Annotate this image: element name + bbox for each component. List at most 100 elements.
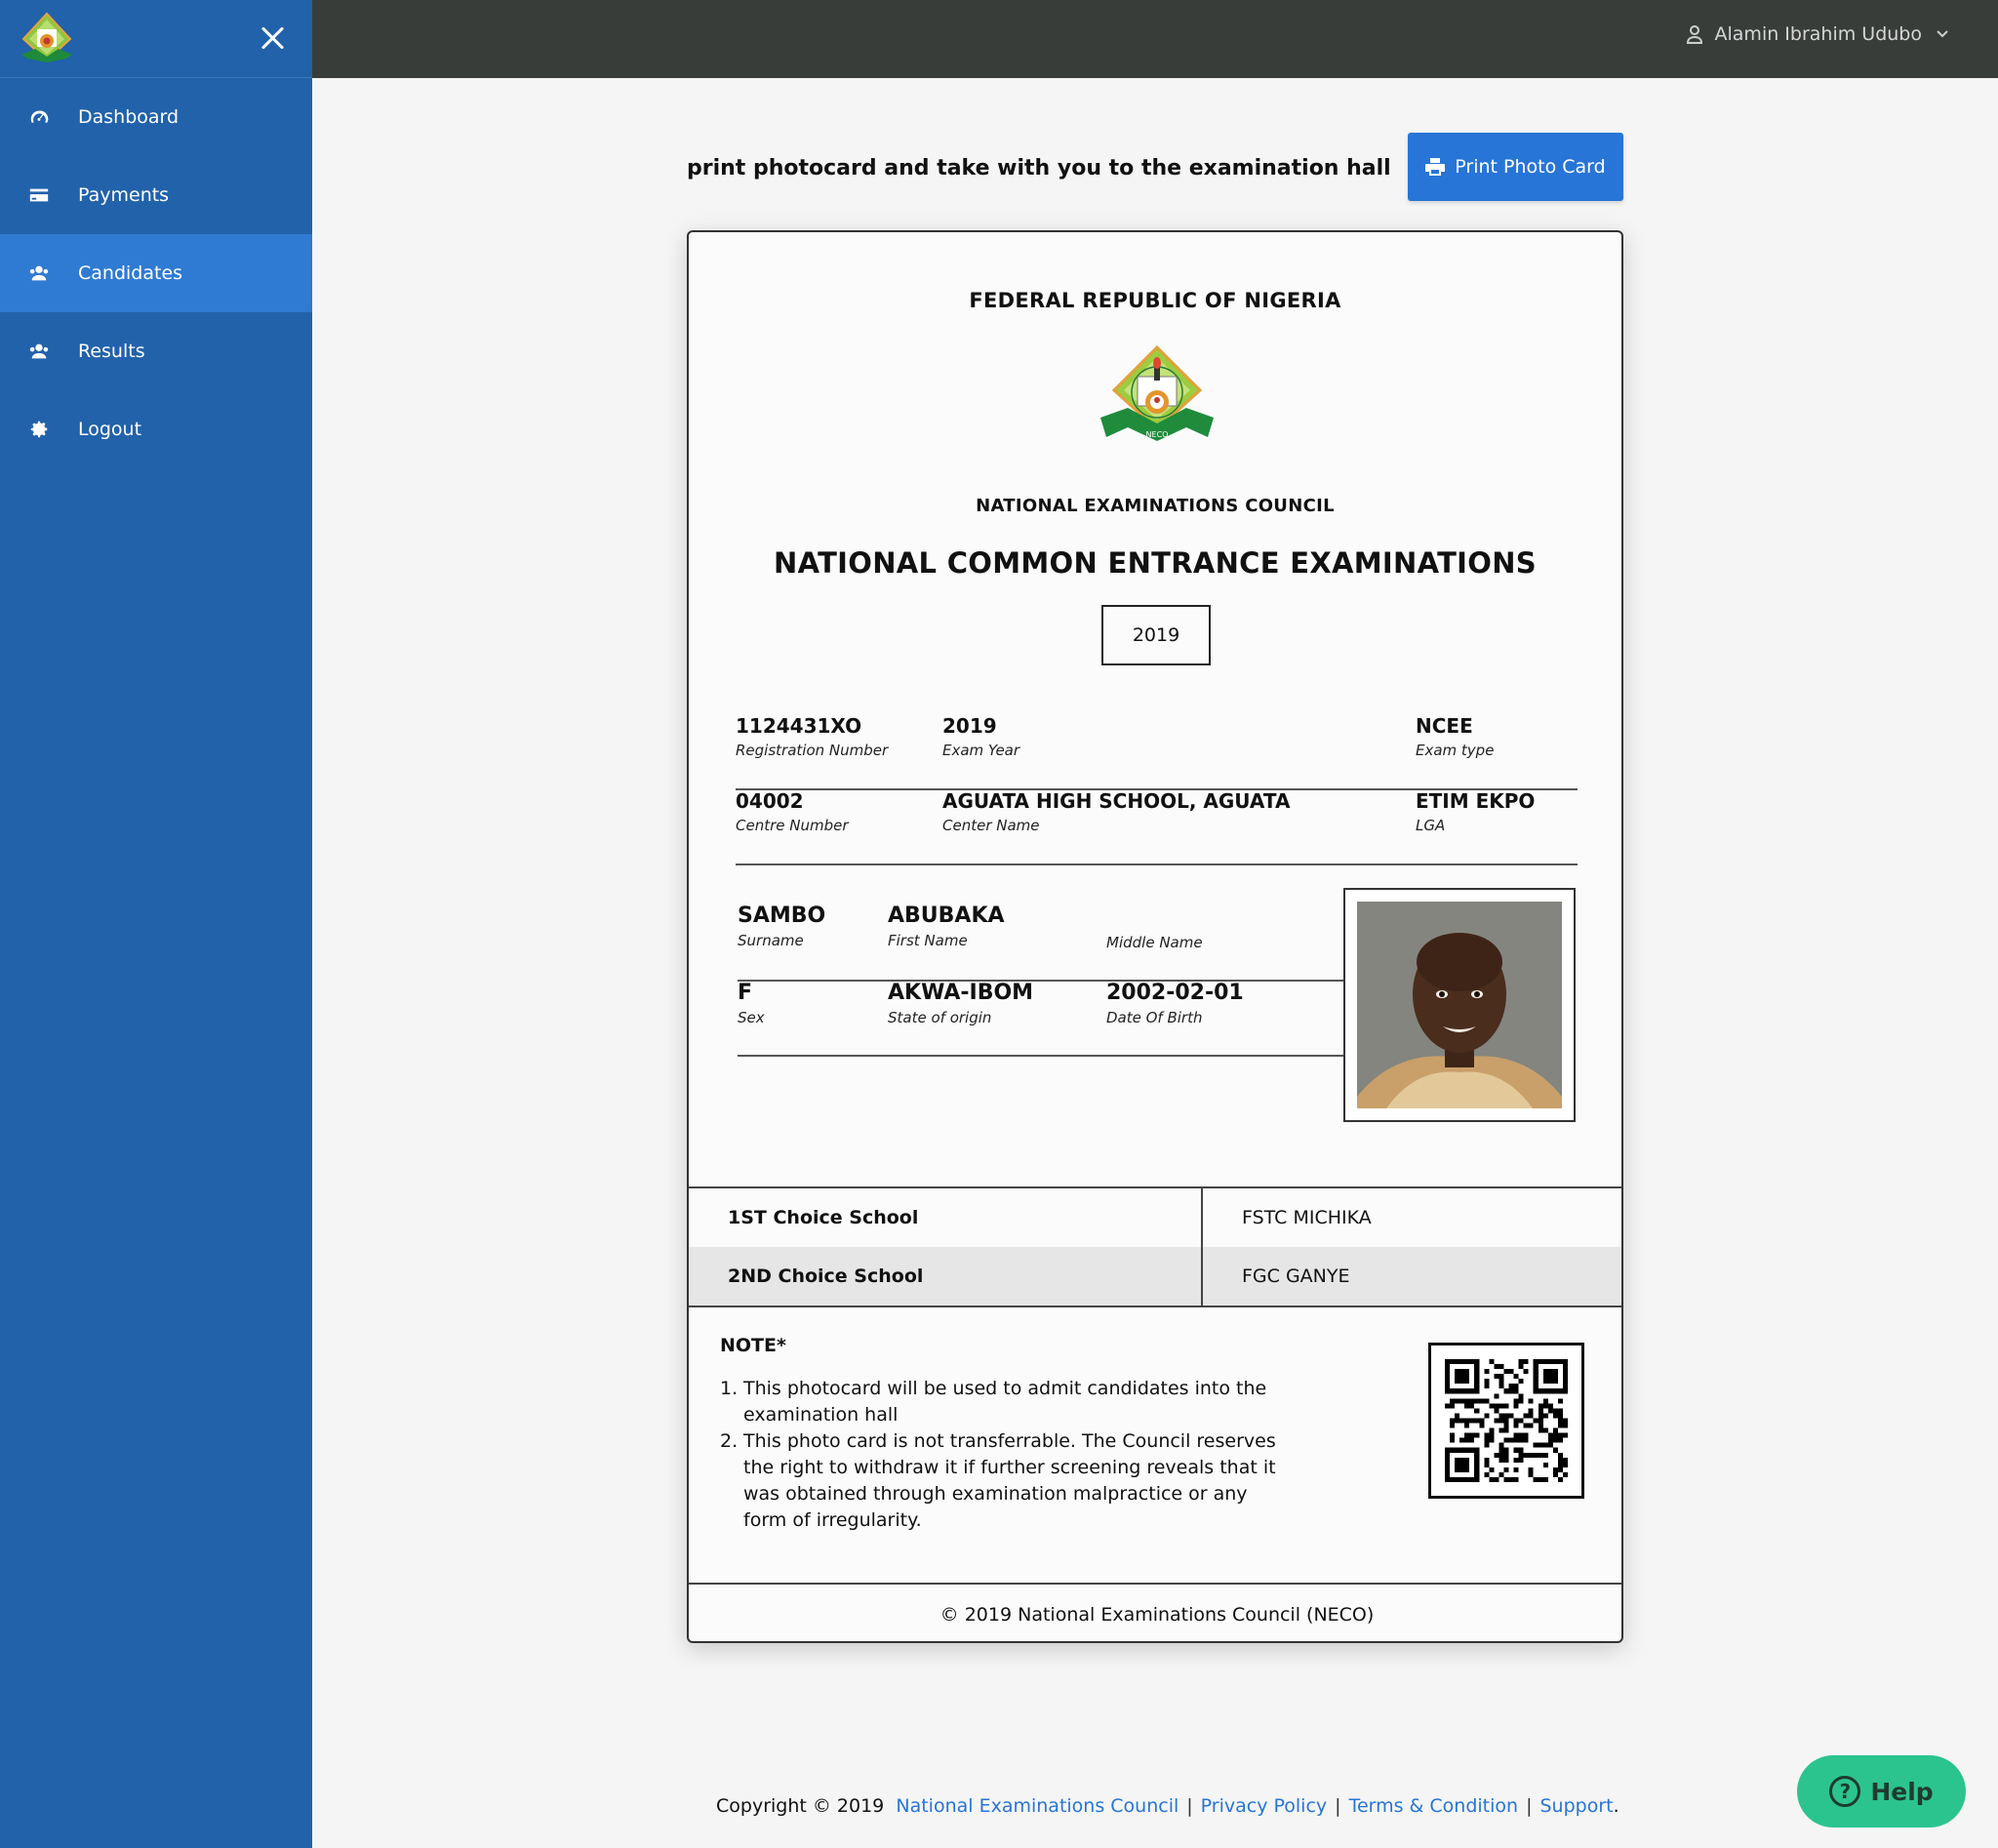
card-footer: © 2019 National Examinations Council (NE… <box>689 1583 1621 1641</box>
choice-value: FSTC MICHIKA <box>1242 1207 1372 1228</box>
middle-name-label: Middle Name <box>1106 934 1203 951</box>
qr-code-image <box>1445 1359 1568 1482</box>
svg-text:NECO: NECO <box>1146 430 1169 439</box>
footer-link-neco[interactable]: National Examinations Council <box>896 1795 1179 1817</box>
first-name-value: ABUBAKA <box>888 904 1005 928</box>
gear-icon <box>27 418 51 441</box>
council-name: NATIONAL EXAMINATIONS COUNCIL <box>976 496 1335 516</box>
exam-year-label: Exam Year <box>942 742 1020 759</box>
sidebar-item-label: Payments <box>78 184 170 206</box>
qr-code <box>1428 1343 1584 1499</box>
sidebar: Dashboard Payments Candidates Results Lo… <box>0 0 312 1848</box>
footer-link-support[interactable]: Support <box>1539 1795 1613 1817</box>
date-of-birth-value: 2002-02-01 <box>1106 981 1244 1005</box>
choice-label: 2ND Choice School <box>689 1247 1203 1306</box>
sidebar-item-results[interactable]: Results <box>0 312 312 390</box>
note-list: 1. This photocard will be used to admit c… <box>720 1376 1296 1534</box>
registration-row: 1124431XO Registration Number 2019 Exam … <box>736 714 1578 790</box>
page-footer: Copyright © 2019 National Examinations C… <box>716 1795 1619 1817</box>
exam-type-label: Exam type <box>1416 742 1495 759</box>
first-name-label: First Name <box>888 932 968 949</box>
user-name: Alamin Ibrahim Udubo <box>1714 23 1922 45</box>
centre-number-field: 04002 Centre Number <box>736 789 849 834</box>
sidebar-item-payments[interactable]: Payments <box>0 156 312 234</box>
print-photo-card-button[interactable]: Print Photo Card <box>1408 133 1623 201</box>
registration-number-value: 1124431XO <box>736 714 862 738</box>
list-item: 2. This photo card is not transferrable. … <box>720 1430 1276 1531</box>
exam-year-value: 2019 <box>942 714 997 738</box>
middle-name-value <box>1106 904 1203 930</box>
choice-label: 1ST Choice School <box>689 1188 1203 1247</box>
first-name-field: ABUBAKA First Name <box>888 904 1005 949</box>
registration-number-field: 1124431XO Registration Number <box>736 714 888 759</box>
center-name-label: Center Name <box>942 817 1040 834</box>
country-heading: FEDERAL REPUBLIC OF NIGERIA <box>969 289 1341 312</box>
exam-year-box: 2019 <box>1101 605 1211 665</box>
sex-field: F Sex <box>738 981 765 1026</box>
lga-label: LGA <box>1416 817 1446 834</box>
list-item: 1. This photocard will be used to admit c… <box>720 1378 1267 1426</box>
copyright-text: Copyright © 2019 <box>716 1795 885 1817</box>
chevron-down-icon <box>1937 30 1948 38</box>
note-title: NOTE* <box>720 1335 786 1356</box>
name-row: SAMBO Surname ABUBAKA First Name Middle … <box>738 904 1344 982</box>
candidate-photo <box>1357 902 1562 1108</box>
print-button-label: Print Photo Card <box>1455 156 1606 178</box>
photo-card: FEDERAL REPUBLIC OF NIGERIA NECO NATIONA… <box>687 230 1623 1643</box>
choice-value: FGC GANYE <box>1242 1265 1350 1287</box>
table-row: 1ST Choice School FSTC MICHIKA <box>689 1188 1621 1247</box>
centre-row: 04002 Centre Number AGUATA HIGH SCHOOL, … <box>736 789 1578 865</box>
exam-title: NATIONAL COMMON ENTRANCE EXAMINATIONS <box>774 546 1537 580</box>
centre-number-label: Centre Number <box>736 817 849 834</box>
centre-number-value: 04002 <box>736 789 804 813</box>
sidebar-header <box>0 0 312 78</box>
table-row: 2ND Choice School FGC GANYE <box>689 1247 1621 1306</box>
surname-value: SAMBO <box>738 904 826 928</box>
date-of-birth-label: Date Of Birth <box>1106 1009 1203 1026</box>
sidebar-item-label: Candidates <box>78 262 183 284</box>
choice-schools-table: 1ST Choice School FSTC MICHIKA 2ND Choic… <box>689 1186 1621 1307</box>
middle-name-field: Middle Name <box>1106 904 1203 951</box>
user-menu[interactable]: Alamin Ibrahim Udubo <box>1686 23 1961 45</box>
lga-field: ETIM EKPO LGA <box>1416 789 1535 834</box>
sidebar-item-dashboard[interactable]: Dashboard <box>0 78 312 156</box>
neco-logo-icon[interactable] <box>18 12 76 66</box>
state-of-origin-field: AKWA-IBOM State of origin <box>888 981 1033 1026</box>
footer-link-privacy[interactable]: Privacy Policy <box>1201 1795 1327 1817</box>
dashboard-gauge-icon <box>27 105 51 129</box>
question-icon: ? <box>1829 1776 1861 1807</box>
sidebar-item-label: Results <box>78 341 145 362</box>
bio-row: F Sex AKWA-IBOM State of origin 2002-02-… <box>738 981 1344 1057</box>
close-sidebar-icon[interactable] <box>256 21 291 57</box>
printer-icon <box>1425 158 1446 176</box>
credit-card-icon <box>27 183 51 207</box>
users-icon <box>27 261 51 285</box>
sex-label: Sex <box>738 1009 765 1026</box>
footer-link-terms[interactable]: Terms & Condition <box>1349 1795 1519 1817</box>
surname-label: Surname <box>738 932 804 949</box>
user-icon <box>1686 25 1702 44</box>
topbar: Alamin Ibrahim Udubo <box>312 0 1998 78</box>
help-button[interactable]: ? Help <box>1797 1755 1966 1828</box>
state-of-origin-value: AKWA-IBOM <box>888 981 1034 1005</box>
users-icon <box>27 340 51 363</box>
sidebar-item-logout[interactable]: Logout <box>0 390 312 468</box>
page-instruction: print photocard and take with you to the… <box>687 156 1391 181</box>
center-name-value: AGUATA HIGH SCHOOL, AGUATA <box>942 789 1291 813</box>
sidebar-item-label: Logout <box>78 419 142 440</box>
exam-type-value: NCEE <box>1416 714 1473 738</box>
sidebar-nav: Dashboard Payments Candidates Results Lo… <box>0 78 312 468</box>
center-name-field: AGUATA HIGH SCHOOL, AGUATA Center Name <box>942 789 1290 834</box>
exam-type-field: NCEE Exam type <box>1416 714 1494 759</box>
help-label: Help <box>1870 1777 1934 1806</box>
neco-crest-logo: NECO <box>1100 344 1214 441</box>
surname-field: SAMBO Surname <box>738 904 825 949</box>
lga-value: ETIM EKPO <box>1416 789 1536 813</box>
sidebar-item-label: Dashboard <box>78 106 180 128</box>
registration-number-label: Registration Number <box>736 742 889 759</box>
exam-year-field: 2019 Exam Year <box>942 714 1019 759</box>
footer-trailing: . <box>1613 1795 1619 1817</box>
sex-value: F <box>738 981 753 1005</box>
candidate-photo-frame <box>1343 888 1576 1122</box>
sidebar-item-candidates[interactable]: Candidates <box>0 234 312 312</box>
